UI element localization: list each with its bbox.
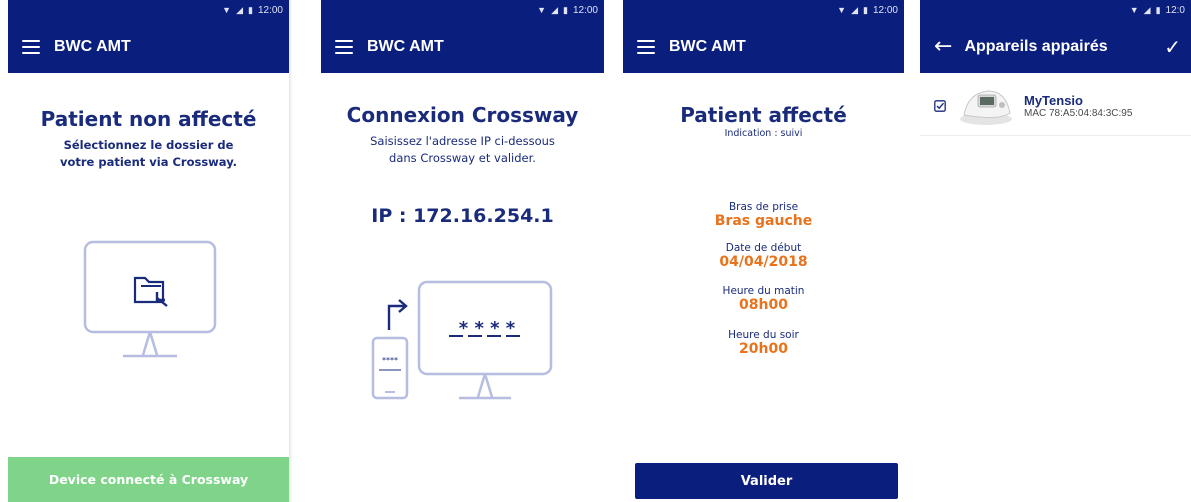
app-title: BWC AMT (367, 37, 444, 55)
app-title: BWC AMT (54, 37, 131, 55)
field-soir: Heure du soir 20h00 (623, 329, 904, 357)
wifi-icon: ▼ (837, 5, 847, 15)
battery-icon: ▮ (248, 4, 253, 15)
blood-pressure-monitor-icon (960, 90, 1012, 125)
screen-patient-non-affecte: ▼ ◢ ▮ 12:00 BWC AMT Patient non affecté … (8, 0, 289, 502)
status-time: 12:00 (872, 4, 898, 16)
battery-icon: ▮ (1155, 4, 1161, 15)
screen-connexion-crossway: ▼ ◢ ▮ 12:00 BWC AMT Connexion Crossway S… (321, 0, 604, 502)
battery-icon: ▮ (863, 4, 868, 15)
signal-icon: ◢ (1143, 4, 1151, 15)
phone-code: **** (382, 356, 398, 365)
indication: Indication : suivi (724, 128, 803, 139)
field-label: Heure du soir (728, 329, 799, 341)
device-list-item[interactable]: MyTensio MAC 78:A5:04:84:3C:95 (920, 73, 1191, 127)
field-label: Bras de prise (728, 201, 799, 213)
monitor-folder-icon (83, 240, 217, 358)
app-bar: ← Appareils appairés ✓ (920, 20, 1191, 73)
screen-patient-affecte: ▼ ◢ ▮ 12:00 BWC AMT Patient affecté Indi… (623, 0, 904, 502)
valider-button[interactable]: Valider (635, 463, 898, 499)
signal-icon: ◢ (851, 4, 859, 15)
wifi-icon: ▼ (1129, 5, 1139, 15)
screen-appareils-appaires: ▼ ◢ ▮ 12:0 ← Appareils appairés ✓ MyTens… (920, 0, 1191, 502)
monitor-code: * * * * (458, 318, 516, 339)
checkbox-checked-icon[interactable] (934, 100, 946, 112)
field-matin: Heure du matin 08h00 (623, 285, 904, 313)
page-title: Patient affecté (680, 103, 847, 127)
ip-address: IP : 172.16.254.1 (371, 205, 554, 227)
screen-divider (289, 0, 292, 502)
signal-icon: ◢ (236, 4, 244, 15)
status-time: 12:0 (1165, 4, 1185, 16)
app-title: BWC AMT (669, 37, 746, 55)
status-bar: ▼ ◢ ▮ 12:00 (321, 0, 604, 20)
app-bar: BWC AMT (321, 20, 604, 73)
status-bar: ▼ ◢ ▮ 12:00 (8, 0, 289, 20)
menu-icon[interactable] (22, 39, 40, 54)
device-connecte-button[interactable]: Device connecté à Crossway (8, 457, 289, 502)
back-arrow-icon[interactable]: ← (934, 35, 952, 58)
field-label: Heure du matin (722, 285, 805, 297)
menu-icon[interactable] (637, 39, 655, 54)
subtitle-line2: votre patient via Crossway. (59, 155, 238, 169)
signal-icon: ◢ (551, 4, 559, 15)
page-title: Patient non affecté (40, 107, 257, 131)
confirm-check-icon[interactable]: ✓ (1164, 35, 1181, 59)
status-bar: ▼ ◢ ▮ 12:0 (920, 0, 1191, 20)
status-time: 12:00 (257, 4, 283, 16)
field-date: Date de début 04/04/2018 (623, 242, 904, 270)
list-divider (920, 135, 1191, 136)
field-value: 04/04/2018 (719, 254, 808, 270)
wifi-icon: ▼ (222, 5, 232, 15)
page-title: Connexion Crossway (346, 103, 579, 127)
app-bar: BWC AMT (8, 20, 289, 73)
app-bar: BWC AMT (623, 20, 904, 73)
wifi-icon: ▼ (537, 5, 547, 15)
subtitle-line2: dans Crossway et valider. (389, 151, 536, 165)
field-value: 08h00 (739, 297, 788, 313)
app-title: Appareils appairés (964, 37, 1108, 55)
device-name: MyTensio (1024, 93, 1083, 108)
phone-to-monitor-icon (371, 280, 553, 400)
field-value: 20h00 (739, 341, 788, 357)
patient-info: Bras de prise Bras gauche Date de début … (623, 201, 904, 357)
field-value: Bras gauche (714, 213, 813, 229)
menu-icon[interactable] (335, 39, 353, 54)
screens-collage: ▼ ◢ ▮ 12:00 BWC AMT Patient non affecté … (0, 0, 1191, 502)
device-info: MyTensio MAC 78:A5:04:84:3C:95 (1024, 93, 1132, 119)
status-bar: ▼ ◢ ▮ 12:00 (623, 0, 904, 20)
status-time: 12:00 (572, 4, 598, 16)
device-mac: MAC 78:A5:04:84:3C:95 (1024, 108, 1133, 119)
battery-icon: ▮ (563, 4, 568, 15)
field-label: Date de début (725, 242, 802, 254)
subtitle-line1: Saisissez l'adresse IP ci-dessous (370, 134, 555, 148)
subtitle-line1: Sélectionnez le dossier de (63, 138, 234, 152)
field-bras: Bras de prise Bras gauche (623, 201, 904, 229)
